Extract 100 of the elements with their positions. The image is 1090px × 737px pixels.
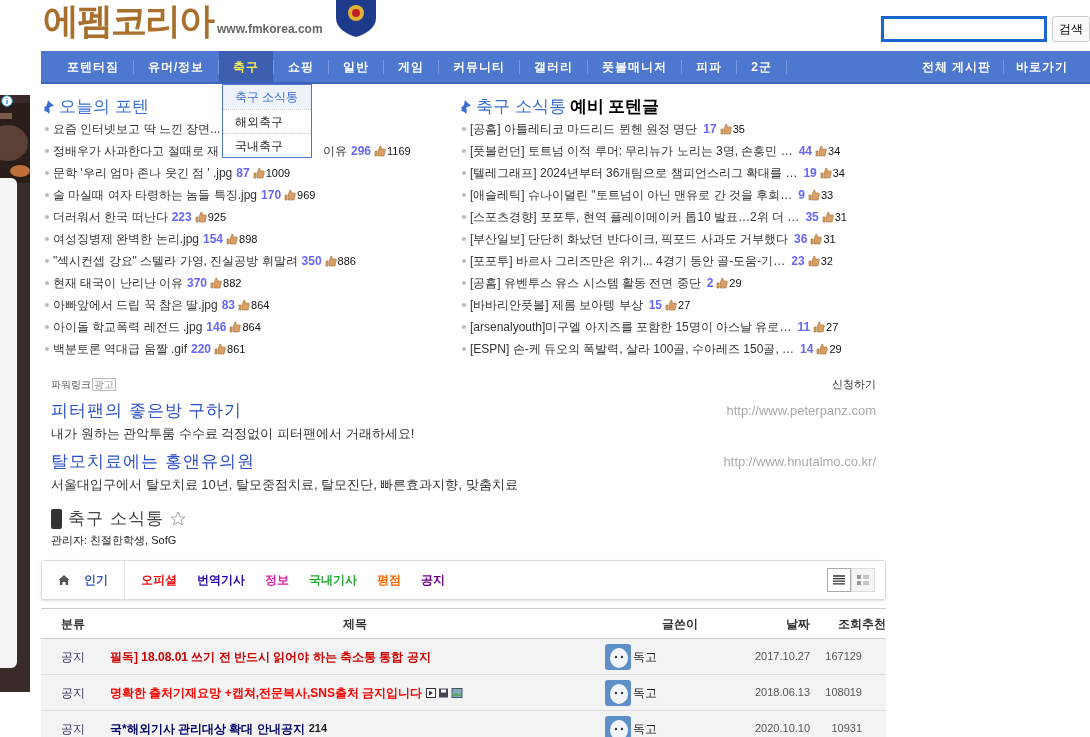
nav-link[interactable]: 전체 게시판: [909, 57, 1003, 76]
bullet-icon: [462, 325, 466, 329]
like-count: 886: [337, 253, 356, 269]
like-count: 864: [251, 297, 270, 313]
post-link[interactable]: [부산일보] 단단히 화났던 반다이크, 픽포드 사과도 거부했다: [470, 230, 788, 248]
post-link[interactable]: 더러워서 한국 떠난다: [53, 208, 168, 226]
thumbs-up-icon: [716, 277, 729, 289]
post-link[interactable]: 여성징병제 완벽한 논리.jpg: [53, 230, 199, 248]
post-title[interactable]: 명확한 출처기재요망 +캡쳐,전문복사,SNS출처 금지입니다: [110, 683, 423, 702]
column-header: 조회: [837, 615, 862, 633]
thumbs-up-icon: [214, 343, 227, 355]
category-tab[interactable]: 인기: [84, 571, 108, 589]
nav-tab[interactable]: 포텐터짐: [53, 51, 133, 82]
author-name[interactable]: 독고: [633, 683, 657, 702]
post-link[interactable]: [ESPN] 손-케 듀오의 폭발력, 살라 100골, 수아레즈 150골, …: [470, 340, 795, 358]
author-name[interactable]: 독고: [633, 719, 657, 737]
category-tab[interactable]: 오피셜: [141, 571, 177, 589]
nav-link[interactable]: 바로가기: [1004, 57, 1080, 76]
section-title[interactable]: 오늘의 포텐: [59, 94, 149, 120]
nav-tab[interactable]: 일반: [329, 51, 384, 82]
like-count: 27: [678, 297, 691, 313]
like-count: 32: [820, 253, 833, 269]
post-link[interactable]: "섹시컨셉 강요" 스텔라 가영, 진실공방 휘말려: [53, 252, 298, 270]
nav-tab[interactable]: 갤러리: [520, 51, 588, 82]
post-link[interactable]: [텔레그래프] 2024년부터 36개팀으로 챔피언스리그 확대를 …: [470, 164, 798, 182]
comment-count: 370: [187, 275, 208, 292]
like-count: 29: [829, 341, 842, 357]
post-link[interactable]: 현재 태국이 난리난 이유: [53, 274, 183, 292]
author-name[interactable]: 독고: [633, 647, 657, 666]
bullet-icon: [45, 347, 49, 351]
post-link[interactable]: 백분토론 역대급 움짤 .gif: [53, 340, 187, 358]
nav-tab[interactable]: 커뮤니티: [439, 51, 520, 82]
star-icon[interactable]: [169, 510, 186, 527]
post-link[interactable]: 문학 '우리 엄마 존나 웃긴 점 ' .jpg: [53, 164, 233, 182]
thumbs-up-icon: [813, 321, 826, 333]
post-link[interactable]: [애슬레틱] 슈나이덜린 "토트넘이 아닌 맨유로 간 것을 후회…: [470, 186, 793, 204]
post-link[interactable]: [포포투] 바르사 그리즈만은 위기... 4경기 동안 골-도움-기…: [470, 252, 786, 270]
comment-count: 146: [206, 319, 227, 336]
bullet-icon: [45, 259, 49, 263]
dropdown-item[interactable]: 해외축구: [223, 109, 311, 133]
post-link[interactable]: [바바리안풋볼] 제롬 보아텡 부상: [470, 296, 643, 314]
post-link[interactable]: 정배우가 사과한다고 절때로 재: [53, 142, 219, 160]
apply-link[interactable]: 신청하기: [832, 375, 876, 393]
comment-count: 19: [803, 165, 817, 182]
post-link[interactable]: [arsenalyouth]미구엘 아지즈를 포함한 15명이 아스날 유로…: [470, 318, 792, 336]
thumbs-up-icon: [815, 145, 828, 157]
post-link[interactable]: [스포츠경향] 포포투, 현역 플레이메이커 톱10 발표…2위 더 …: [470, 208, 800, 226]
column-header: 글쓴이: [661, 615, 699, 633]
thumbs-up-icon: [194, 211, 207, 223]
bullet-icon: [462, 259, 466, 263]
like-count: 27: [826, 319, 839, 335]
nav-tab[interactable]: 축구: [219, 51, 274, 82]
post-link[interactable]: 요즘 인터넷보고 딱 느낀 장면...: [53, 120, 221, 138]
list-view-button[interactable]: [827, 568, 851, 592]
dropdown-item[interactable]: 축구 소식통: [223, 85, 311, 109]
like-count: 882: [223, 275, 242, 291]
nav-tab[interactable]: 풋볼매니저: [588, 51, 682, 82]
post-link[interactable]: [공홈] 아틀레티코 마드리드 뮌헨 원정 명단: [470, 120, 698, 138]
post-link[interactable]: 아빠앞에서 드립 꾹 참은 딸.jpg: [53, 296, 218, 314]
bullet-icon: [462, 347, 466, 351]
avatar-icon: [605, 679, 631, 706]
nav-tab[interactable]: 쇼핑: [274, 51, 329, 82]
table-cell-text: 10931: [830, 721, 862, 737]
post-link[interactable]: 아이돌 학교폭력 레전드 .jpg: [53, 318, 203, 336]
post-title[interactable]: 국*해외기사 관리대상 확대 안내공지: [110, 719, 305, 737]
bullet-icon: [462, 303, 466, 307]
table-cell-text: 2017.10.27: [755, 649, 810, 665]
category-tab[interactable]: 번역기사: [197, 571, 245, 589]
like-count: 31: [834, 209, 847, 225]
ad-title[interactable]: 피터팬의 좋은방 구하기: [51, 398, 243, 424]
grid-list-icon: [857, 575, 869, 585]
ad-title[interactable]: 탈모치료에는 홍앤유의원: [51, 449, 255, 475]
post-link[interactable]: 이유: [323, 142, 347, 160]
site-logo[interactable]: 에펨코리아: [43, 3, 213, 39]
like-count: 925: [207, 209, 227, 225]
dropdown-item[interactable]: 국내축구: [223, 133, 311, 157]
post-link[interactable]: [풋볼런던] 토트넘 이적 루머: 무리뉴가 노리는 3명, 손흥민 …: [470, 142, 793, 160]
ad-description: 내가 원하는 관악투룸 수수료 걱정없이 피터팬에서 거래하세요!: [51, 424, 416, 443]
comment-count: 44: [798, 143, 813, 160]
info-icon[interactable]: [1, 95, 13, 107]
post-link[interactable]: [공홈] 유벤투스 유스 시스템 활동 전면 중단: [470, 274, 701, 292]
nav-tab[interactable]: 게임: [384, 51, 439, 82]
comment-count: 36: [794, 231, 808, 248]
post-title[interactable]: 필독] 18.08.01 쓰기 전 반드시 읽어야 하는 축소통 통합 공지: [110, 647, 431, 666]
post-link[interactable]: 술 마실때 여자 타령하는 놈들 특징.jpg: [53, 186, 258, 204]
nav-tab[interactable]: 유머/정보: [134, 51, 219, 82]
nav-tab[interactable]: 2군: [737, 51, 787, 82]
table-cell-text: 108019: [824, 685, 862, 701]
section-title[interactable]: 축구 소식통: [476, 94, 566, 120]
thumbs-up-icon: [210, 277, 223, 289]
search-button[interactable]: 검색: [1052, 16, 1090, 42]
flower-icon: [458, 99, 472, 115]
comment-count: 35: [805, 209, 819, 226]
category-tab[interactable]: 정보: [265, 571, 289, 589]
search-field[interactable]: [881, 16, 1047, 42]
category-tab[interactable]: 공지: [421, 571, 445, 589]
home-icon[interactable]: [58, 574, 70, 586]
comment-count: 350: [301, 253, 322, 270]
like-count: 35: [732, 121, 745, 137]
nav-tab[interactable]: 피파: [682, 51, 737, 82]
